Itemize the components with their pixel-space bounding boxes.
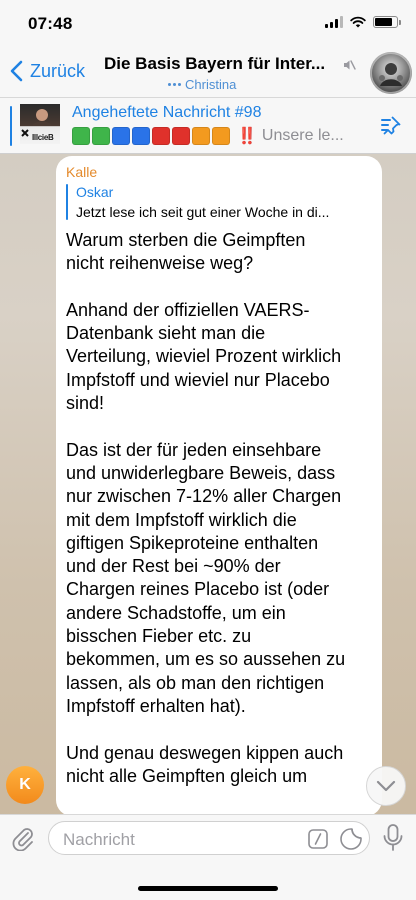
home-indicator xyxy=(138,886,278,891)
microphone-icon[interactable] xyxy=(380,823,406,853)
chat-title[interactable]: Die Basis Bayern für Inter... xyxy=(104,54,340,74)
typing-dots-icon xyxy=(168,83,181,86)
paperclip-icon[interactable] xyxy=(10,825,36,851)
status-bar: 07:48 xyxy=(0,0,416,48)
reply-accent-line xyxy=(66,184,68,220)
colored-square-icon xyxy=(192,127,210,145)
sender-avatar[interactable]: K xyxy=(6,766,44,804)
pinned-title: Angeheftete Nachricht #98 xyxy=(72,104,262,121)
scroll-down-button[interactable] xyxy=(366,766,406,806)
colored-square-icon xyxy=(92,127,110,145)
status-time: 07:48 xyxy=(28,14,73,33)
colored-square-icon xyxy=(132,127,150,145)
pinned-emoji-squares xyxy=(72,127,230,145)
bot-command-icon[interactable] xyxy=(307,828,329,850)
back-label: Zurück xyxy=(30,60,86,81)
colored-square-icon xyxy=(172,127,190,145)
pinned-thumbnail-text: IllcieB xyxy=(32,133,54,142)
colored-square-icon xyxy=(212,127,230,145)
battery-icon xyxy=(373,16,401,28)
cellular-signal-icon xyxy=(325,16,343,28)
group-avatar[interactable] xyxy=(370,52,412,94)
message-sender[interactable]: Kalle xyxy=(66,164,97,180)
colored-square-icon xyxy=(152,127,170,145)
message-bubble[interactable]: Kalle Oskar Jetzt lese ich seit gut eine… xyxy=(56,156,382,816)
pin-list-icon[interactable] xyxy=(378,114,402,138)
colored-square-icon xyxy=(112,127,130,145)
group-avatar-image xyxy=(370,52,412,94)
pinned-accent-line xyxy=(10,106,12,146)
back-button[interactable]: Zurück xyxy=(6,58,85,84)
chat-header: Zurück Die Basis Bayern für Inter... Chr… xyxy=(0,48,416,98)
status-icons xyxy=(325,16,401,28)
pinned-thumbnail: IllcieB xyxy=(20,104,60,144)
battery-level xyxy=(375,18,392,26)
message-input-placeholder: Nachricht xyxy=(63,830,135,849)
typing-user: Christina xyxy=(185,77,237,92)
pinned-preview-text: Unsere le... xyxy=(261,127,344,144)
typing-indicator: Christina xyxy=(168,77,236,92)
reply-author[interactable]: Oskar xyxy=(76,184,113,200)
colored-square-icon xyxy=(72,127,90,145)
chevron-down-icon xyxy=(376,780,396,792)
chevron-left-icon xyxy=(10,60,23,82)
wifi-icon xyxy=(350,16,366,28)
message-text: Warum sterben die Geimpften nicht reihen… xyxy=(66,230,346,786)
message-input[interactable]: Nachricht xyxy=(48,821,370,855)
reply-preview-text[interactable]: Jetzt lese ich seit gut einer Woche in d… xyxy=(76,204,376,220)
pinned-message-bar[interactable]: IllcieB Angeheftete Nachricht #98 ‼️ Uns… xyxy=(0,98,416,154)
speaker-muted-icon xyxy=(344,60,356,70)
pinned-preview: ‼️ Unsere le... xyxy=(72,126,344,146)
sticker-icon[interactable] xyxy=(339,827,363,851)
double-exclamation-icon: ‼️ xyxy=(237,128,257,145)
